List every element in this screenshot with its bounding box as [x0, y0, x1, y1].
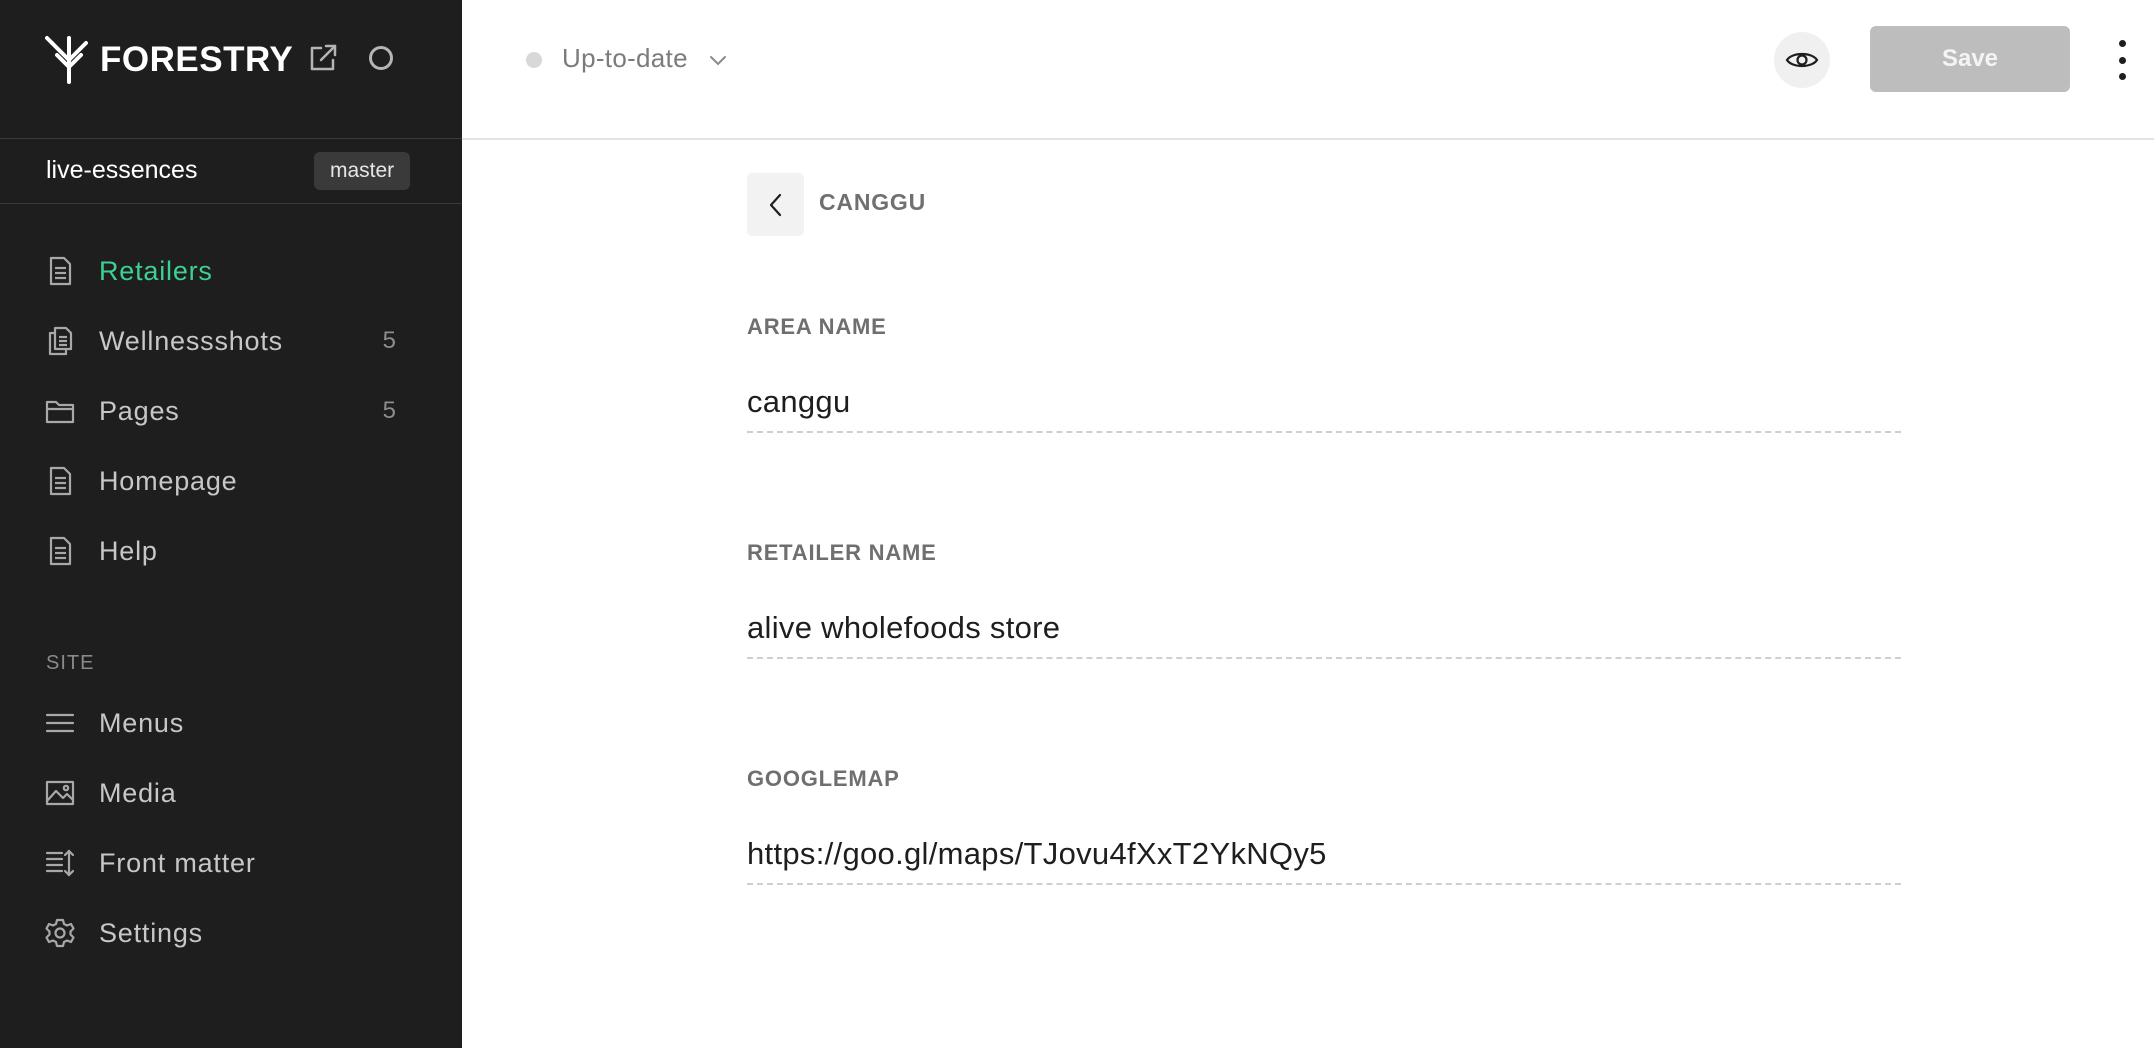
document-icon: [49, 536, 72, 566]
sidebar-item-retailers[interactable]: Retailers: [0, 241, 462, 301]
sidebar-item-menus[interactable]: Menus: [0, 693, 462, 753]
sidebar: FORESTRY live-essences master Retailers: [0, 0, 462, 1048]
item-count: 5: [382, 327, 396, 354]
item-count: 5: [382, 397, 396, 424]
site-section-heading: SITE: [46, 652, 95, 674]
save-button[interactable]: Save: [1870, 26, 2070, 92]
chevron-left-icon: [769, 193, 781, 216]
back-button[interactable]: [747, 173, 804, 236]
googlemap-label: GOOGLEMAP: [747, 766, 900, 791]
sidebar-item-homepage[interactable]: Homepage: [0, 451, 462, 511]
sync-status-icon[interactable]: [369, 46, 393, 70]
chevron-down-icon[interactable]: [708, 52, 728, 68]
breadcrumb: CANGGU: [819, 189, 927, 215]
tree-logo-icon: [45, 36, 88, 84]
googlemap-field[interactable]: [747, 825, 1901, 885]
retailer-name-field[interactable]: [747, 599, 1901, 659]
sidebar-item-pages[interactable]: Pages 5: [0, 381, 462, 441]
more-options-icon[interactable]: [2112, 40, 2132, 80]
preview-button[interactable]: [1774, 32, 1830, 88]
documents-icon: [48, 326, 73, 356]
sidebar-item-label: Menus: [99, 707, 185, 738]
sidebar-item-label: Pages: [99, 395, 180, 426]
sidebar-item-label: Wellnessshots: [99, 325, 283, 356]
sidebar-item-settings[interactable]: Settings: [0, 903, 462, 963]
menu-icon: [45, 713, 75, 733]
divider: [0, 138, 462, 139]
retailer-name-label: RETAILER NAME: [747, 540, 937, 565]
brand-name: FORESTRY: [100, 40, 294, 79]
sidebar-item-label: Media: [99, 777, 177, 808]
area-name-field[interactable]: [747, 373, 1901, 433]
sidebar-item-front-matter[interactable]: Front matter: [0, 833, 462, 893]
branch-badge[interactable]: master: [314, 152, 411, 190]
external-link-icon[interactable]: [307, 42, 339, 74]
gear-icon: [45, 918, 75, 948]
sidebar-item-help[interactable]: Help: [0, 521, 462, 581]
sidebar-item-wellnessshots[interactable]: Wellnessshots 5: [0, 311, 462, 371]
document-icon: [49, 256, 72, 286]
divider: [0, 203, 462, 204]
sync-status-dropdown[interactable]: Up-to-date: [562, 43, 688, 74]
site-name[interactable]: live-essences: [46, 156, 197, 185]
status-dot: [526, 52, 542, 68]
front-matter-icon: [45, 849, 75, 877]
top-bar: Up-to-date Save: [462, 0, 2154, 140]
sidebar-item-label: Help: [99, 535, 158, 566]
folder-icon: [45, 400, 75, 424]
sidebar-item-media[interactable]: Media: [0, 763, 462, 823]
sidebar-item-label: Front matter: [99, 847, 256, 878]
document-icon: [49, 466, 72, 496]
sidebar-item-label: Homepage: [99, 465, 238, 496]
area-name-label: AREA NAME: [747, 314, 887, 339]
image-icon: [45, 780, 75, 806]
sidebar-item-label: Retailers: [99, 255, 213, 286]
eye-icon: [1785, 52, 1819, 68]
sidebar-item-label: Settings: [99, 917, 203, 948]
forestry-logo[interactable]: FORESTRY: [44, 32, 293, 88]
